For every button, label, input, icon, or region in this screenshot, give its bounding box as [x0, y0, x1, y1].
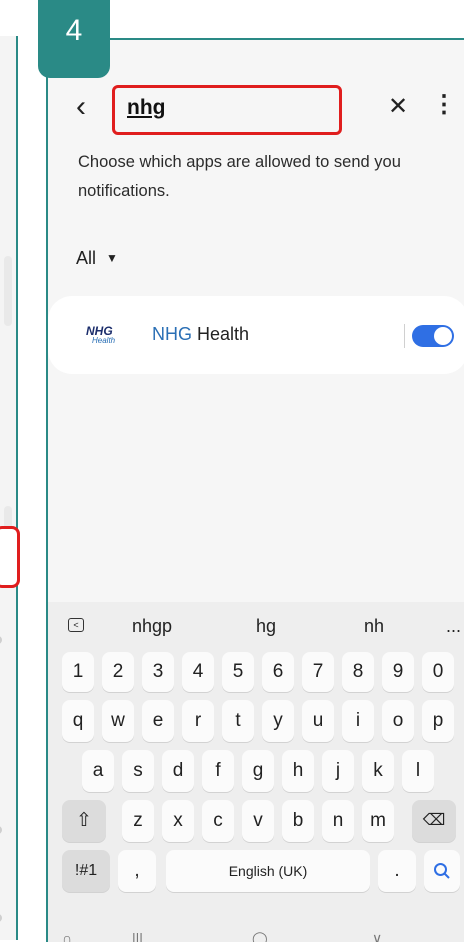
- key[interactable]: 0: [422, 652, 454, 692]
- space-key[interactable]: English (UK): [166, 850, 370, 892]
- key[interactable]: 5: [222, 652, 254, 692]
- key[interactable]: 9: [382, 652, 414, 692]
- key[interactable]: 4: [182, 652, 214, 692]
- key[interactable]: o: [382, 700, 414, 742]
- key[interactable]: u: [302, 700, 334, 742]
- more-vertical-icon[interactable]: ⋮: [432, 90, 456, 119]
- key[interactable]: e: [142, 700, 174, 742]
- key[interactable]: h: [282, 750, 314, 792]
- key[interactable]: v: [242, 800, 274, 842]
- key[interactable]: g: [242, 750, 274, 792]
- notification-toggle[interactable]: [412, 325, 454, 347]
- app-name-rest: Health: [192, 324, 250, 344]
- key[interactable]: a: [82, 750, 114, 792]
- suggestion-item[interactable]: nhgp: [132, 616, 172, 637]
- shift-icon[interactable]: ⇧: [62, 800, 106, 842]
- filter-label: All: [76, 248, 97, 268]
- phone-screen: ‹ nhg ✕ ⋮ Choose which apps are allowed …: [46, 38, 464, 942]
- key[interactable]: w: [102, 700, 134, 742]
- nav-recents-icon[interactable]: |||: [132, 930, 143, 942]
- previous-step-highlight: [0, 526, 20, 588]
- chevron-left-icon[interactable]: ‹: [76, 92, 86, 122]
- app-name: NHG Health: [152, 324, 249, 345]
- key[interactable]: s: [122, 750, 154, 792]
- comma-key[interactable]: ,: [118, 850, 156, 892]
- key[interactable]: 3: [142, 652, 174, 692]
- on-screen-keyboard: < nhgp hg nh ... 1 2 3 4 5 6 7 8 9 0 q w…: [48, 602, 464, 942]
- key[interactable]: d: [162, 750, 194, 792]
- key[interactable]: y: [262, 700, 294, 742]
- previous-step-panel: [0, 36, 18, 940]
- suggestion-item[interactable]: nh: [364, 616, 384, 637]
- app-name-match: NHG: [152, 324, 192, 344]
- key[interactable]: b: [282, 800, 314, 842]
- key[interactable]: f: [202, 750, 234, 792]
- search-icon[interactable]: [424, 850, 460, 892]
- key[interactable]: l: [402, 750, 434, 792]
- ghost-row: [4, 256, 12, 326]
- suggestion-bar: < nhgp hg nh ...: [48, 602, 464, 650]
- search-input[interactable]: nhg: [112, 85, 342, 135]
- page-description: Choose which apps are allowed to send yo…: [78, 153, 401, 200]
- caret-down-icon: ▼: [106, 251, 118, 265]
- step-number: 4: [65, 14, 83, 47]
- key[interactable]: i: [342, 700, 374, 742]
- step-badge: 4: [38, 0, 110, 78]
- key[interactable]: m: [362, 800, 394, 842]
- ghost-dot: [0, 826, 2, 834]
- key[interactable]: n: [322, 800, 354, 842]
- key[interactable]: 1: [62, 652, 94, 692]
- key[interactable]: x: [162, 800, 194, 842]
- key[interactable]: 7: [302, 652, 334, 692]
- nav-hide-keyboard-icon[interactable]: ∨: [372, 930, 382, 942]
- search-input-value: nhg: [127, 96, 166, 119]
- nhg-health-logo: NHG Health: [84, 324, 124, 350]
- key[interactable]: z: [122, 800, 154, 842]
- key[interactable]: c: [202, 800, 234, 842]
- key[interactable]: 2: [102, 652, 134, 692]
- backspace-icon[interactable]: ⌫: [412, 800, 456, 842]
- suggestion-item[interactable]: hg: [256, 616, 276, 637]
- logo-subtext: Health: [92, 336, 116, 345]
- key[interactable]: k: [362, 750, 394, 792]
- nav-home-icon[interactable]: ◯: [252, 930, 268, 942]
- symbols-key[interactable]: !#1: [62, 850, 110, 892]
- ghost-dot: [0, 636, 2, 644]
- close-icon[interactable]: ✕: [388, 92, 408, 121]
- app-list-item[interactable]: NHG Health NHG Health: [48, 296, 464, 374]
- divider: [404, 324, 405, 348]
- period-key[interactable]: .: [378, 850, 416, 892]
- ghost-dot: [0, 914, 2, 922]
- key[interactable]: r: [182, 700, 214, 742]
- key[interactable]: q: [62, 700, 94, 742]
- filter-dropdown[interactable]: All ▼: [76, 248, 118, 269]
- keyboard-toolbar-icon[interactable]: <: [68, 618, 84, 632]
- key[interactable]: 6: [262, 652, 294, 692]
- key[interactable]: t: [222, 700, 254, 742]
- key[interactable]: p: [422, 700, 454, 742]
- key[interactable]: 8: [342, 652, 374, 692]
- nav-back-icon[interactable]: ∩: [62, 930, 72, 942]
- toggle-knob: [434, 327, 452, 345]
- key[interactable]: j: [322, 750, 354, 792]
- suggestion-item[interactable]: ...: [446, 616, 461, 637]
